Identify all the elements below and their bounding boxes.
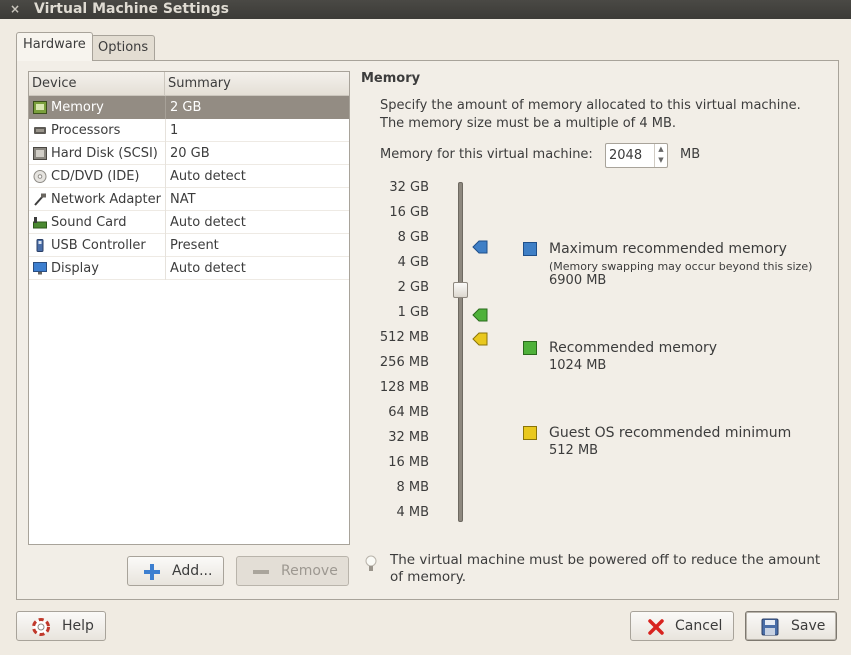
device-name: Hard Disk (SCSI) (51, 146, 158, 161)
device-name: Display (51, 261, 99, 276)
scale-label: 4 MB (396, 505, 429, 520)
memory-field-label: Memory for this virtual machine: (380, 147, 593, 162)
device-row-memory[interactable]: Memory 2 GB (29, 96, 349, 119)
floppy-disk-icon (761, 618, 779, 636)
device-summary: Present (165, 234, 349, 257)
memory-unit: MB (680, 147, 701, 162)
recommended-legend-icon (523, 341, 537, 355)
usb-icon (36, 239, 44, 252)
device-summary: Auto detect (165, 165, 349, 188)
title-bar: × Virtual Machine Settings (0, 0, 851, 19)
device-row-display[interactable]: Display Auto detect (29, 257, 349, 280)
cancel-button[interactable]: Cancel (630, 611, 734, 641)
tab-hardware[interactable]: Hardware (16, 32, 93, 61)
cancel-button-label: Cancel (675, 618, 723, 634)
device-row-sound-card[interactable]: Sound Card Auto detect (29, 211, 349, 234)
memory-spinbox[interactable]: 2048 ▲ ▼ (605, 143, 668, 168)
recommended-value: 1024 MB (549, 358, 607, 373)
lifebuoy-icon (32, 618, 50, 636)
minus-icon (253, 570, 269, 574)
scale-label: 1 GB (397, 305, 429, 320)
close-icon[interactable]: × (10, 0, 20, 19)
spin-down-icon[interactable]: ▼ (655, 155, 667, 166)
save-button[interactable]: Save (745, 611, 837, 641)
help-button[interactable]: Help (16, 611, 106, 641)
device-summary: Auto detect (165, 257, 349, 280)
power-off-note: The virtual machine must be powered off … (390, 552, 821, 585)
processor-icon (34, 127, 46, 134)
scale-label: 512 MB (379, 330, 429, 345)
device-row-usb-controller[interactable]: USB Controller Present (29, 234, 349, 257)
scale-label: 16 MB (388, 455, 429, 470)
memory-value[interactable]: 2048 (609, 144, 642, 167)
scale-label: 64 MB (388, 405, 429, 420)
memory-slider-track[interactable] (458, 182, 463, 522)
spin-arrows[interactable]: ▲ ▼ (654, 144, 667, 167)
device-summary: Auto detect (165, 211, 349, 234)
max-recommended-value: 6900 MB (549, 273, 607, 288)
minimum-title: Guest OS recommended minimum (549, 425, 792, 441)
memory-description-line1: Specify the amount of memory allocated t… (380, 98, 801, 113)
device-name: Network Adapter (51, 192, 161, 207)
device-name: Memory (51, 100, 104, 115)
device-summary: 2 GB (165, 96, 349, 119)
device-row-hard-disk[interactable]: Hard Disk (SCSI) 20 GB (29, 142, 349, 165)
device-summary: 1 (165, 119, 349, 142)
device-name: CD/DVD (IDE) (51, 169, 140, 184)
memory-slider-thumb[interactable] (453, 282, 468, 298)
scale-label: 8 MB (396, 480, 429, 495)
plus-icon (144, 564, 160, 580)
add-button-label: Add... (172, 563, 213, 579)
scale-label: 32 GB (389, 180, 429, 195)
recommended-marker-icon (472, 308, 488, 322)
scale-label: 32 MB (388, 430, 429, 445)
minimum-marker-icon (472, 332, 488, 346)
minimum-value: 512 MB (549, 443, 599, 458)
max-recommended-note: (Memory swapping may occur beyond this s… (549, 260, 813, 273)
sound-card-icon (33, 217, 47, 229)
memory-description-line2: The memory size must be a multiple of 4 … (380, 116, 677, 131)
remove-button-label: Remove (281, 563, 338, 579)
scale-label: 256 MB (379, 355, 429, 370)
device-summary: 20 GB (165, 142, 349, 165)
remove-button[interactable]: Remove (236, 556, 349, 586)
device-row-cd-dvd[interactable]: CD/DVD (IDE) Auto detect (29, 165, 349, 188)
max-recommended-marker-icon (472, 240, 488, 254)
add-button[interactable]: Add... (127, 556, 224, 586)
scale-label: 16 GB (389, 205, 429, 220)
memory-section-title: Memory (361, 71, 421, 86)
device-name: USB Controller (51, 238, 146, 253)
spin-up-icon[interactable]: ▲ (655, 144, 667, 155)
recommended-title: Recommended memory (549, 340, 718, 356)
scale-label: 2 GB (397, 280, 429, 295)
lightbulb-icon (365, 555, 377, 571)
device-row-processors[interactable]: Processors 1 (29, 119, 349, 142)
cancel-x-icon (648, 619, 664, 635)
help-button-label: Help (62, 618, 94, 634)
cd-dvd-icon (33, 170, 47, 183)
minimum-legend-icon (523, 426, 537, 440)
device-list-header: Device Summary (29, 72, 349, 96)
column-header-device[interactable]: Device (29, 72, 165, 96)
save-button-label: Save (791, 618, 826, 634)
scale-label: 8 GB (397, 230, 429, 245)
memory-icon (33, 101, 47, 114)
device-name: Processors (51, 123, 121, 138)
network-adapter-icon (34, 193, 46, 206)
device-list[interactable]: Device Summary Memory 2 GB Processors 1 … (28, 71, 350, 545)
device-summary: NAT (165, 188, 349, 211)
max-recommended-legend-icon (523, 242, 537, 256)
scale-label: 4 GB (397, 255, 429, 270)
tab-options[interactable]: Options (91, 35, 156, 61)
scale-label: 128 MB (379, 380, 429, 395)
window-title: Virtual Machine Settings (34, 1, 229, 17)
column-header-summary[interactable]: Summary (165, 72, 349, 96)
max-recommended-title: Maximum recommended memory (549, 241, 787, 257)
display-icon (33, 262, 47, 275)
hard-disk-icon (33, 147, 47, 160)
device-name: Sound Card (51, 215, 127, 230)
device-row-network-adapter[interactable]: Network Adapter NAT (29, 188, 349, 211)
